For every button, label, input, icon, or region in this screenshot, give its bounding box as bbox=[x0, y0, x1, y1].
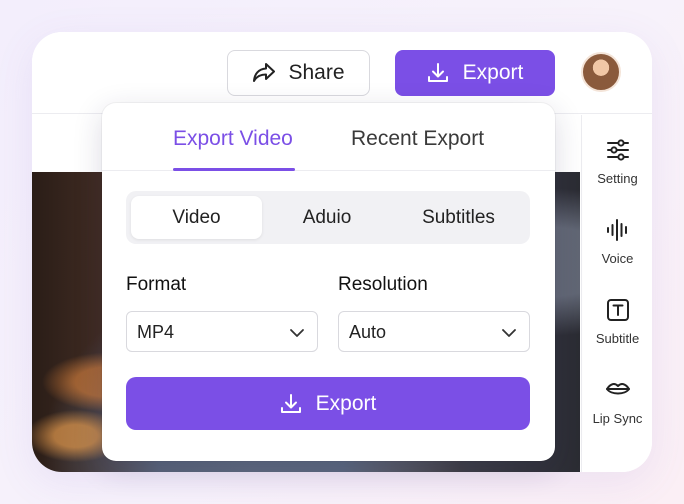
sidebar-item-label: Voice bbox=[601, 251, 634, 266]
download-icon bbox=[280, 393, 301, 413]
active-tab-indicator bbox=[173, 168, 295, 171]
tab-recent-export[interactable]: Recent Export bbox=[351, 127, 484, 151]
sidebar-item-lip-sync[interactable]: Lip Sync bbox=[582, 377, 652, 441]
export-panel: Export Video Recent Export Video Aduio S… bbox=[102, 103, 555, 461]
resolution-select[interactable]: Auto bbox=[338, 311, 530, 352]
resolution-value: Auto bbox=[349, 322, 387, 342]
sidebar-item-label: Lip Sync bbox=[592, 411, 643, 426]
export-type-segmented-control: Video Aduio Subtitles bbox=[126, 191, 530, 244]
resolution-label: Resolution bbox=[338, 274, 428, 295]
top-bar: Share Export bbox=[32, 32, 652, 114]
sidebar-item-voice[interactable]: Voice bbox=[582, 217, 652, 281]
sliders-icon bbox=[606, 139, 629, 161]
sidebar-item-label: Setting bbox=[597, 171, 638, 186]
sidebar-item-subtitle[interactable]: Subtitle bbox=[582, 297, 652, 361]
export-top-label: Export bbox=[462, 61, 524, 84]
share-button[interactable]: Share bbox=[227, 50, 370, 96]
sidebar-item-setting[interactable]: Setting bbox=[582, 137, 652, 201]
share-arrow-icon bbox=[253, 63, 276, 82]
export-button-label: Export bbox=[315, 391, 377, 415]
waveform-icon bbox=[606, 219, 627, 241]
right-sidebar: Setting Voice Subtitle Lip Sync bbox=[581, 115, 652, 472]
chevron-down-icon bbox=[502, 329, 516, 337]
share-label: Share bbox=[288, 61, 345, 84]
format-value: MP4 bbox=[137, 322, 175, 342]
segment-subtitles[interactable]: Subtitles bbox=[392, 196, 525, 239]
avatar[interactable] bbox=[581, 52, 621, 92]
tab-export-video[interactable]: Export Video bbox=[173, 127, 293, 151]
export-tabs: Export Video Recent Export bbox=[102, 103, 555, 171]
segment-video[interactable]: Video bbox=[131, 196, 262, 239]
export-button[interactable]: Export bbox=[126, 377, 530, 430]
chevron-down-icon bbox=[290, 329, 304, 337]
format-select[interactable]: MP4 bbox=[126, 311, 318, 352]
format-label: Format bbox=[126, 274, 187, 295]
text-box-icon bbox=[606, 299, 629, 321]
export-top-button[interactable]: Export bbox=[395, 50, 555, 96]
sidebar-item-label: Subtitle bbox=[595, 331, 640, 346]
lips-icon bbox=[605, 383, 630, 395]
download-icon bbox=[427, 63, 448, 82]
segment-audio[interactable]: Aduio bbox=[262, 196, 392, 239]
